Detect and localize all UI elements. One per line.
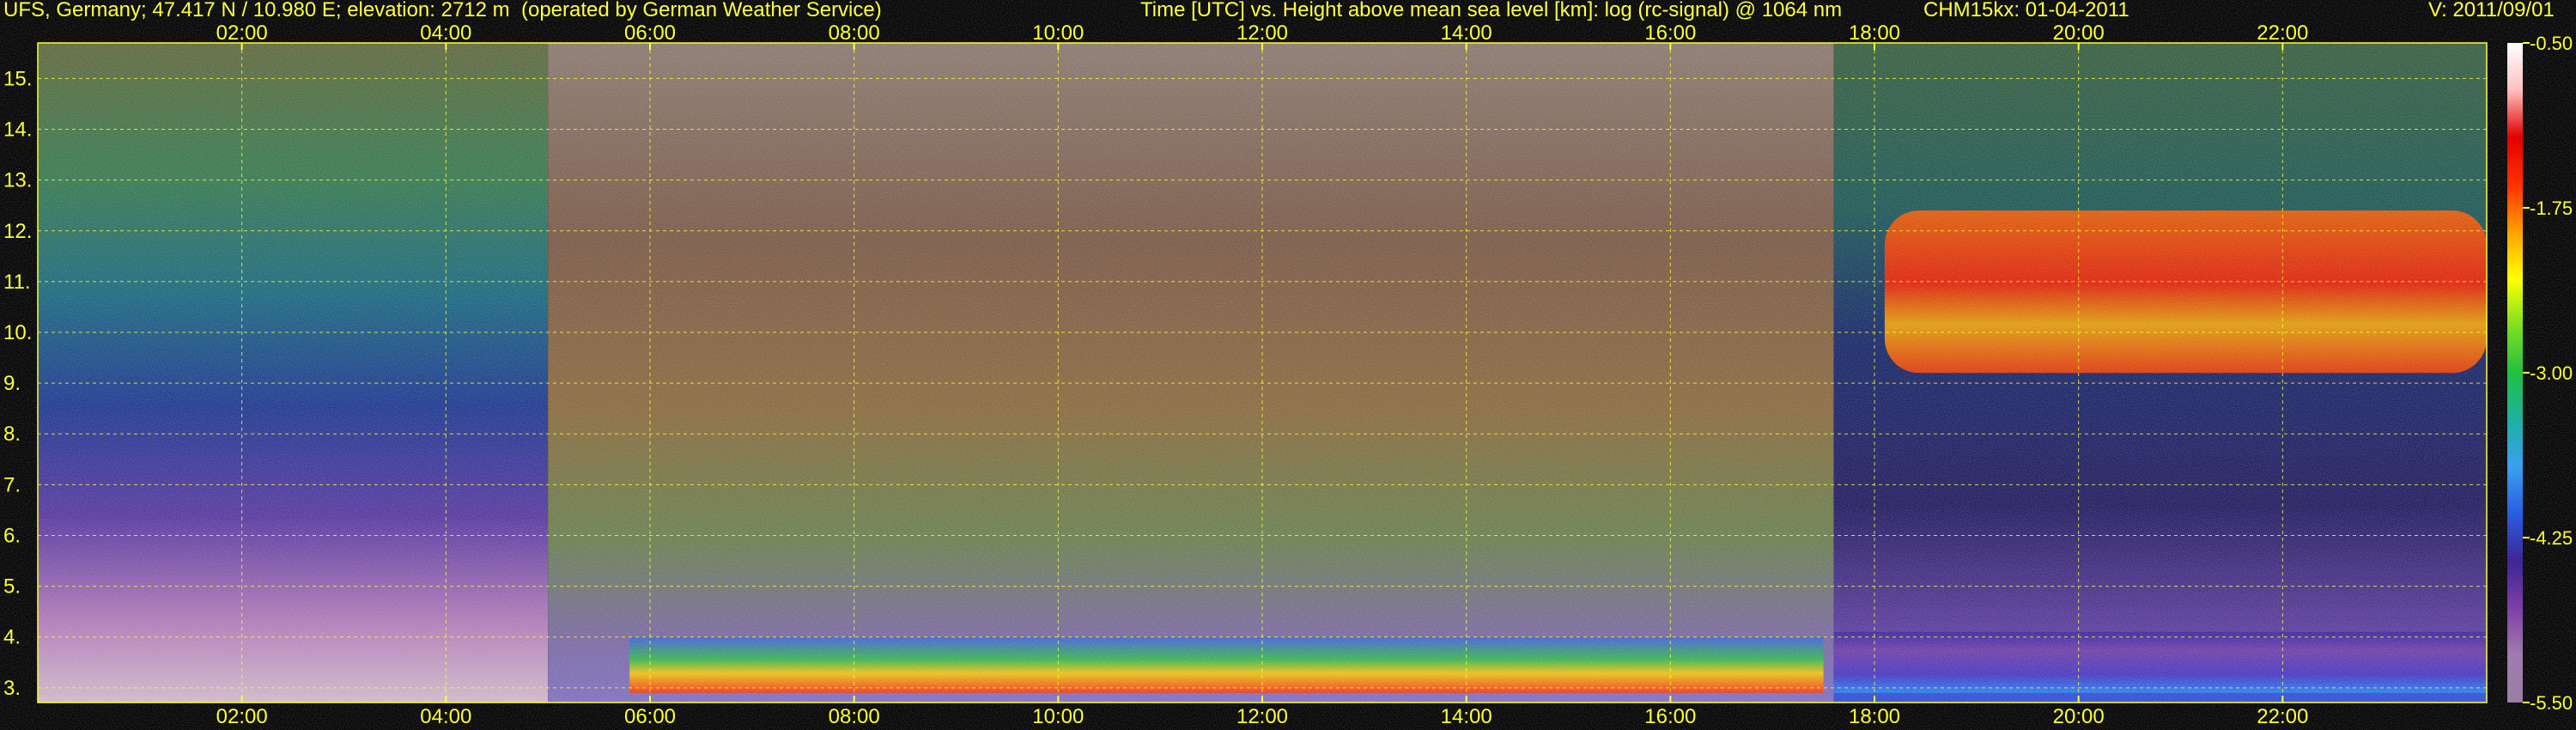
y-tick-label: 14. bbox=[3, 119, 32, 142]
colorbar-tick-label: -5.50 bbox=[2530, 692, 2573, 714]
y-tick-label: 15. bbox=[3, 67, 32, 90]
x-tick-label-top: 08:00 bbox=[829, 21, 880, 45]
y-tick-label: 8. bbox=[3, 423, 21, 446]
x-tick-label-top: 18:00 bbox=[1849, 21, 1900, 45]
x-tick-label: 02:00 bbox=[216, 705, 268, 728]
y-tick-label: 4. bbox=[3, 626, 21, 649]
y-tick-label: 13. bbox=[3, 169, 32, 192]
y-tick-label: 3. bbox=[3, 677, 21, 700]
x-tick-label: 18:00 bbox=[1849, 705, 1900, 728]
x-tick-label-top: 06:00 bbox=[624, 21, 676, 45]
x-tick-label-top: 22:00 bbox=[2257, 21, 2308, 45]
x-tick-label: 22:00 bbox=[2257, 705, 2308, 728]
y-tick-label: 5. bbox=[3, 575, 21, 599]
x-tick-label: 06:00 bbox=[624, 705, 676, 728]
x-tick-label-top: 20:00 bbox=[2053, 21, 2105, 45]
colorbar-tick-label: -1.75 bbox=[2530, 198, 2573, 219]
y-tick-label: 11. bbox=[3, 271, 31, 294]
colorbar-tick-label: -4.25 bbox=[2530, 527, 2573, 549]
x-tick-label: 14:00 bbox=[1441, 705, 1492, 728]
y-tick-label: 9. bbox=[3, 372, 21, 395]
x-tick-label-top: 16:00 bbox=[1644, 21, 1696, 45]
x-tick-label: 08:00 bbox=[829, 705, 880, 728]
y-tick-label: 10. bbox=[3, 321, 32, 344]
y-tick-label: 7. bbox=[3, 473, 21, 496]
colorbar-tick-label: -0.50 bbox=[2530, 33, 2573, 54]
x-tick-label-top: 10:00 bbox=[1032, 21, 1084, 45]
x-tick-label: 12:00 bbox=[1236, 705, 1288, 728]
x-tick-label: 16:00 bbox=[1644, 705, 1696, 728]
x-tick-label: 10:00 bbox=[1032, 705, 1084, 728]
x-tick-label: 04:00 bbox=[420, 705, 471, 728]
colorbar-ticks: -0.50 -1.75 -3.00 -4.25 -5.50 bbox=[2523, 33, 2573, 714]
ceilometer-chart: 02:00 04:00 06:00 08:00 10:00 12:00 14:00 16:00… bbox=[3, 21, 2573, 728]
x-tick-label-top: 12:00 bbox=[1236, 21, 1288, 45]
colorbar bbox=[2507, 43, 2523, 703]
colorbar-tick-label: -3.00 bbox=[2530, 362, 2573, 384]
y-tick-label: 12. bbox=[3, 220, 32, 243]
x-tick-label-top: 02:00 bbox=[216, 21, 268, 45]
x-axis-bottom: 02:00 04:00 06:00 08:00 10:00 12:00 14:00 16:00… bbox=[216, 705, 2309, 728]
y-tick-label: 6. bbox=[3, 524, 21, 547]
x-tick-label: 20:00 bbox=[2053, 705, 2105, 728]
y-axis: 3. 4. 5. 6. 7. 8. 9. 10. 11. 12. 13. 14. 15. bbox=[3, 67, 32, 699]
x-tick-label-top: 04:00 bbox=[420, 21, 471, 45]
x-tick-label-top: 14:00 bbox=[1441, 21, 1492, 45]
